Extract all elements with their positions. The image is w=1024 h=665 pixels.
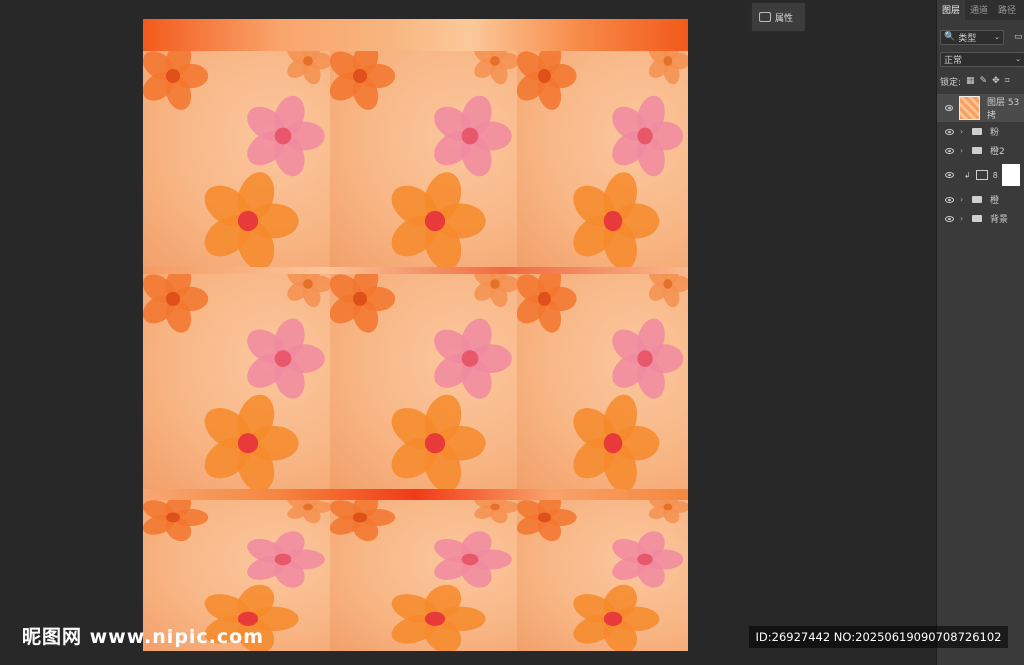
id-bar: ID:26927442 NO:20250619090708726102 <box>749 626 1008 648</box>
layer-row[interactable]: › 背景 <box>937 209 1024 228</box>
pattern-tile <box>143 274 331 489</box>
image-filter-icon[interactable]: ▭ <box>1014 32 1023 42</box>
filter-select[interactable]: 🔍 类型 ⌄ <box>940 29 1004 45</box>
layer-row[interactable]: › 粉 <box>937 122 1024 141</box>
filter-row: 🔍 类型 ⌄ ▭ <box>937 26 1024 48</box>
panel-tabs: 图层 通道 路径 <box>937 0 1024 20</box>
pattern-tile <box>330 51 518 267</box>
folder-icon <box>972 215 982 222</box>
folder-icon <box>972 196 982 203</box>
link-icon: 8 <box>992 170 998 180</box>
pattern-tile <box>517 51 688 267</box>
lock-brush-icon[interactable]: ✎ <box>980 76 988 86</box>
eye-icon[interactable] <box>945 215 954 222</box>
lock-transparency-icon[interactable]: ▦ <box>966 76 975 86</box>
layer-row[interactable]: › 橙2 <box>937 141 1024 160</box>
folder-icon <box>972 128 982 135</box>
watermark: 昵图网 www.nipic.com <box>22 626 265 648</box>
tab-layers[interactable]: 图层 <box>937 0 966 20</box>
layer-row[interactable]: › 橙 <box>937 190 1024 209</box>
chevron-down-icon: ⌄ <box>1015 55 1021 63</box>
layer-mask-thumbnail <box>1001 164 1020 186</box>
top-strip <box>143 19 688 51</box>
divider-strip <box>143 489 688 500</box>
chevron-right-icon[interactable]: › <box>960 214 968 223</box>
eye-icon[interactable] <box>945 172 954 178</box>
blend-row: 正常 ⌄ <box>937 48 1024 70</box>
eye-icon[interactable] <box>945 105 954 111</box>
pattern-tile <box>143 51 331 267</box>
layer-row[interactable]: 图层 53 拷 <box>937 94 1024 122</box>
divider-strip <box>143 267 688 274</box>
pattern-tile <box>517 274 688 489</box>
pattern-tile <box>517 500 688 651</box>
adjustment-icon <box>975 170 988 180</box>
chevron-right-icon[interactable]: › <box>960 146 968 155</box>
lock-move-icon[interactable]: ✥ <box>992 76 1000 86</box>
pattern-tile <box>330 274 518 489</box>
lock-artboard-icon[interactable]: ⌗ <box>1005 76 1010 86</box>
tab-channels[interactable]: 通道 <box>965 0 993 20</box>
chevron-right-icon[interactable]: › <box>960 127 968 136</box>
folder-icon <box>972 147 982 154</box>
canvas-area[interactable] <box>0 0 936 665</box>
eye-icon[interactable] <box>945 128 954 135</box>
chevron-down-icon: ⌄ <box>994 33 1000 41</box>
properties-button[interactable]: 属性 <box>751 2 806 32</box>
properties-icon <box>759 12 771 22</box>
layers-panel: 图层 通道 路径 🔍 类型 ⌄ ▭ 正常 ⌄ 锁定: ▦ ✎ ✥ ⌗ 图层 53… <box>936 0 1024 665</box>
document-canvas[interactable] <box>143 19 688 651</box>
lock-row: 锁定: ▦ ✎ ✥ ⌗ <box>940 76 1010 88</box>
eye-icon[interactable] <box>945 196 954 203</box>
chevron-right-icon[interactable]: › <box>960 195 968 204</box>
tab-paths[interactable]: 路径 <box>993 0 1021 20</box>
search-icon: 🔍 <box>944 32 956 42</box>
pattern-tile <box>330 500 518 651</box>
clip-arrow-icon: ↲ <box>964 170 971 180</box>
eye-icon[interactable] <box>945 147 954 154</box>
layer-thumbnail <box>959 96 980 120</box>
blend-mode-select[interactable]: 正常 ⌄ <box>940 51 1024 67</box>
layer-row[interactable]: ↲ 8 <box>937 160 1024 190</box>
